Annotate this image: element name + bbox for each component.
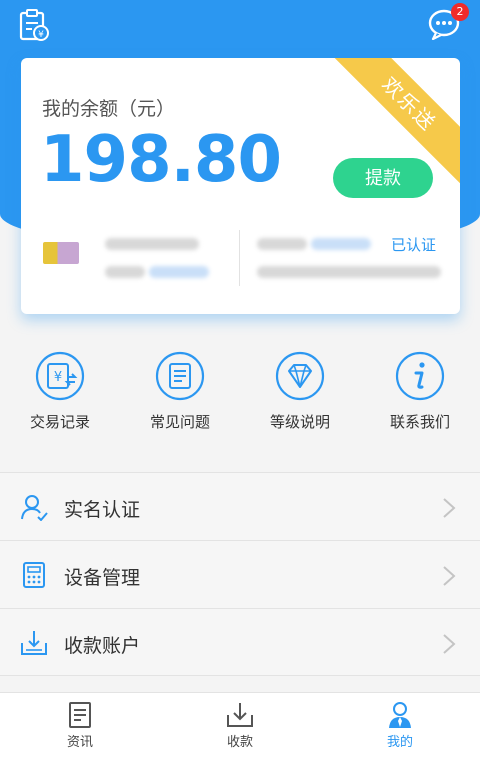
menu-label: 实名认证	[64, 499, 141, 521]
blurred-device-name	[257, 238, 307, 250]
balance-value: 198.80	[40, 123, 282, 197]
menu-item-devices[interactable]: 设备管理	[0, 540, 480, 608]
balance-card: 欢乐送 我的余额（元） 198.80 提款 已认证	[21, 58, 460, 314]
notification-badge: 2	[451, 3, 469, 21]
quick-actions-grid: ¥ 交易记录 常见问题 等级说明 联系我们	[0, 340, 480, 440]
info-icon	[395, 351, 445, 401]
blurred-account-name	[105, 238, 199, 250]
grid-item-faq[interactable]: 常见问题	[120, 340, 240, 440]
user-verify-icon	[21, 495, 48, 521]
grid-item-levels[interactable]: 等级说明	[240, 340, 360, 440]
chevron-right-icon	[443, 634, 456, 654]
svg-text:¥: ¥	[38, 30, 44, 40]
clipboard-yen-icon[interactable]: ¥	[18, 9, 50, 41]
profile-icon	[389, 702, 411, 728]
withdraw-button[interactable]: 提款	[333, 158, 433, 198]
menu-label: 收款账户	[64, 635, 141, 657]
blurred-device-info	[257, 266, 441, 278]
nav-item-profile[interactable]: 我的	[320, 693, 480, 758]
blurred-account-id	[105, 266, 145, 278]
nav-item-news[interactable]: 资讯	[0, 693, 160, 758]
download-tray-icon	[21, 631, 47, 655]
blurred-account-link	[149, 266, 209, 278]
blurred-device-tag	[311, 238, 371, 250]
verified-label: 已认证	[391, 236, 437, 254]
balance-label: 我的余额（元）	[42, 98, 176, 120]
settings-menu: 实名认证 设备管理 收款账户	[0, 472, 480, 676]
document-icon	[155, 351, 205, 401]
nav-label: 我的	[386, 735, 413, 750]
grid-item-transactions[interactable]: ¥ 交易记录	[0, 340, 120, 440]
nav-item-receive[interactable]: 收款	[160, 693, 320, 758]
menu-label: 设备管理	[64, 567, 141, 589]
chevron-right-icon	[443, 498, 456, 518]
account-avatar	[43, 242, 79, 264]
grid-label: 常见问题	[149, 413, 210, 431]
yen-exchange-icon: ¥	[35, 351, 85, 401]
chevron-right-icon	[443, 566, 456, 586]
receive-icon	[227, 703, 253, 727]
bottom-navigation: 资讯 收款 我的	[0, 692, 480, 758]
nav-label: 资讯	[66, 735, 93, 750]
grid-label: 等级说明	[269, 413, 330, 431]
news-icon	[69, 702, 91, 728]
card-divider	[239, 230, 240, 286]
grid-label: 联系我们	[389, 413, 450, 431]
calculator-icon	[23, 562, 45, 588]
grid-item-contact[interactable]: 联系我们	[360, 340, 480, 440]
svg-text:¥: ¥	[54, 370, 62, 385]
menu-item-payout-account[interactable]: 收款账户	[0, 608, 480, 676]
grid-label: 交易记录	[29, 413, 90, 431]
menu-item-real-name[interactable]: 实名认证	[0, 472, 480, 540]
nav-label: 收款	[226, 735, 253, 750]
diamond-icon	[275, 351, 325, 401]
